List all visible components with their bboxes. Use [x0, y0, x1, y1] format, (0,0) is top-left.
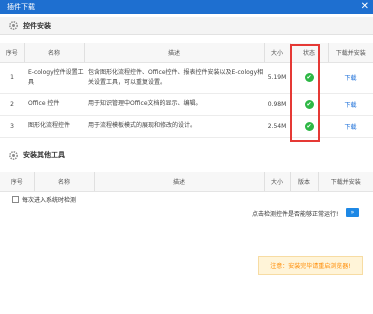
notice-text: 注意：安装完毕请重启浏览器! — [270, 263, 351, 270]
gear-icon — [9, 21, 18, 30]
column-header-index: 序号 — [0, 43, 24, 63]
download-link[interactable]: 下载 — [344, 75, 356, 82]
row-name: 图形化流程控件 — [24, 115, 84, 138]
column-header-download: 下载并安装 — [317, 172, 373, 192]
row-description: 用于知识管理中Office文档的显示、编辑。 — [84, 93, 264, 116]
row-index: 3 — [0, 115, 24, 138]
row-index: 1 — [0, 62, 24, 94]
column-header-size: 大小 — [263, 43, 290, 63]
tools-table: 序号 名称 描述 大小 版本 下载并安装 — [0, 172, 373, 192]
tools-section-header: 安装其他工具 — [0, 146, 373, 164]
table-row: 3 图形化流程控件 用于流程模板模式的展现和修改的设计。 2.54M ✔ 下载 — [0, 115, 373, 138]
window-title: 插件下载 — [7, 3, 35, 11]
row-size: 2.54M — [264, 115, 290, 138]
column-header-size: 大小 — [263, 172, 290, 192]
close-icon[interactable]: ✕ — [361, 1, 369, 13]
column-header-status: 状态 — [289, 43, 328, 63]
column-header-name: 名称 — [33, 172, 94, 192]
table-row: 2 Office 控件 用于知识管理中Office文档的显示、编辑。 0.98M… — [0, 93, 373, 116]
plugins-section-title: 控件安装 — [23, 21, 51, 30]
gear-icon — [9, 150, 18, 160]
row-name: Office 控件 — [24, 93, 84, 116]
row-description: 包含图形化流程控件、Office控件、报表控件安装以及E-cology相关设置工… — [84, 62, 264, 94]
notice-box: 注意：安装完毕请重启浏览器! — [258, 256, 363, 275]
table-row: 1 E-cology控件设置工具 包含图形化流程控件、Office控件、报表控件… — [0, 62, 373, 94]
window-titlebar: 插件下载 ✕ — [0, 0, 373, 14]
detect-button[interactable]: » — [346, 208, 359, 217]
column-header-version: 版本 — [289, 172, 318, 192]
startup-check-label: 每次进入系统时检测 — [22, 197, 77, 204]
column-header-download: 下载并安装 — [327, 43, 373, 63]
tools-section-title: 安装其他工具 — [23, 151, 65, 159]
row-description: 用于流程模板模式的展现和修改的设计。 — [84, 115, 264, 138]
check-icon: ✔ — [304, 73, 314, 82]
column-header-description: 描述 — [83, 43, 264, 63]
row-size: 0.98M — [264, 93, 290, 116]
plugins-section-header: 控件安装 — [0, 17, 373, 35]
row-name: E-cology控件设置工具 — [24, 62, 84, 94]
column-header-description: 描述 — [93, 172, 264, 192]
column-header-index: 序号 — [0, 172, 34, 192]
check-icon: ✔ — [304, 121, 314, 131]
detect-text: 点击检测控件是否能够正常运行! — [252, 211, 339, 218]
startup-check-row[interactable]: 每次进入系统时检测 — [12, 195, 76, 204]
download-link[interactable]: 下载 — [344, 102, 356, 109]
column-header-name: 名称 — [23, 43, 84, 63]
row-size: 5.19M — [264, 62, 290, 94]
download-link[interactable]: 下载 — [344, 124, 356, 131]
startup-checkbox[interactable] — [12, 196, 19, 203]
row-index: 2 — [0, 93, 24, 116]
plugins-table: 序号 名称 描述 大小 状态 下载并安装 1 E-cology控件设置工具 包含… — [0, 43, 373, 138]
check-icon: ✔ — [304, 99, 314, 109]
